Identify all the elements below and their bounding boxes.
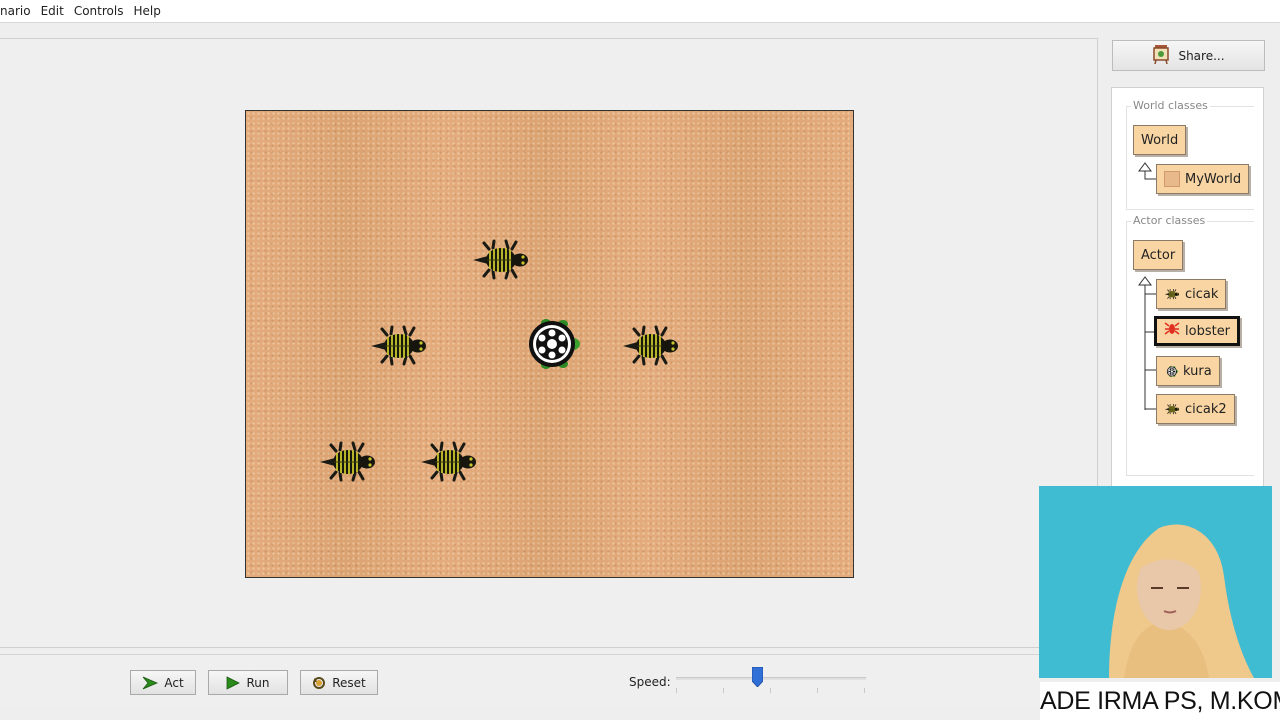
myworld-thumbnail-icon [1164, 171, 1180, 187]
actor-kura[interactable] [516, 316, 580, 372]
menu-controls[interactable]: Controls [69, 4, 129, 18]
actor-cicak-5[interactable] [418, 439, 480, 483]
act-button[interactable]: Act [130, 670, 196, 695]
lizard-icon [1164, 288, 1180, 300]
class-myworld[interactable]: MyWorld [1156, 164, 1250, 194]
class-cicak-label: cicak [1185, 286, 1219, 302]
class-cicak[interactable]: cicak [1156, 279, 1227, 309]
lizard-icon [1164, 403, 1180, 415]
class-diagram-pane: World classes World MyWorld Actor classe… [1111, 87, 1264, 487]
inheritance-arrow-actor [1138, 276, 1156, 410]
run-button-label: Run [246, 675, 270, 690]
class-world[interactable]: World [1133, 125, 1187, 155]
share-icon [1152, 44, 1170, 67]
class-lobster-label: lobster [1185, 323, 1231, 339]
webcam-overlay [1039, 486, 1272, 678]
menu-edit[interactable]: Edit [36, 4, 69, 18]
step-arrow-icon [143, 676, 159, 689]
actor-cicak-1[interactable] [470, 237, 532, 281]
lobster-icon [1164, 322, 1180, 340]
slider-tick [723, 688, 724, 693]
world-classes-title: World classes [1131, 99, 1210, 112]
share-button[interactable]: Share... [1112, 40, 1265, 71]
act-button-label: Act [164, 675, 184, 690]
share-label: Share... [1178, 48, 1225, 63]
speed-label: Speed: [629, 675, 671, 689]
class-actor-label: Actor [1141, 247, 1176, 263]
slider-tick [864, 688, 865, 693]
class-actor[interactable]: Actor [1133, 240, 1184, 270]
class-myworld-label: MyWorld [1185, 171, 1242, 187]
slider-tick [817, 688, 818, 693]
speed-slider[interactable] [676, 677, 866, 680]
reset-button-label: Reset [332, 675, 366, 690]
class-kura[interactable]: kura [1156, 356, 1220, 386]
actor-cicak-4[interactable] [317, 439, 379, 483]
play-icon [227, 675, 241, 690]
slider-tick [770, 688, 771, 693]
class-world-label: World [1141, 132, 1179, 148]
menu-bar: cenario Edit Controls Help [0, 0, 1280, 23]
class-lobster[interactable]: lobster [1154, 316, 1241, 346]
menu-scenario[interactable]: cenario [0, 4, 36, 18]
world-classes-group: World classes [1126, 99, 1254, 210]
reset-button[interactable]: Reset [300, 670, 378, 695]
actor-cicak-2[interactable] [368, 323, 430, 367]
class-cicak2[interactable]: cicak2 [1156, 394, 1235, 424]
presenter-caption: ADE IRMA PS, M.KOM [1040, 682, 1280, 720]
presenter-video [1039, 486, 1272, 678]
actor-cicak-3[interactable] [620, 323, 682, 367]
menu-help[interactable]: Help [128, 4, 165, 18]
slider-tick [676, 688, 677, 693]
world-canvas[interactable] [245, 110, 854, 578]
class-kura-label: kura [1183, 363, 1212, 379]
reset-icon [313, 676, 326, 689]
speed-slider-thumb[interactable] [752, 667, 764, 687]
control-bar: Act Run Reset Speed: [0, 654, 1040, 708]
actor-classes-title: Actor classes [1131, 214, 1208, 227]
class-cicak2-label: cicak2 [1185, 401, 1227, 417]
turtle-icon [1164, 365, 1178, 378]
run-button[interactable]: Run [208, 670, 288, 695]
